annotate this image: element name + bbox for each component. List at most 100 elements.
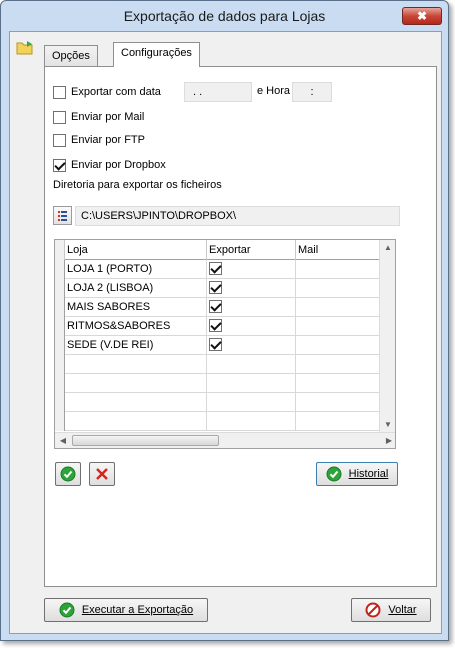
scroll-up-icon[interactable]: ▲ [380,240,395,256]
historial-button[interactable]: Historial [316,462,398,486]
cell-mail[interactable] [296,336,381,355]
stop-icon [365,602,381,618]
export-with-date-option[interactable]: Exportar com data [53,84,161,100]
export-with-date-label: Exportar com data [71,86,161,98]
empty-row[interactable] [55,374,395,393]
row-indicator[interactable] [55,317,65,336]
scroll-down-icon[interactable]: ▼ [380,417,395,433]
cancel-button[interactable] [89,462,115,486]
exportar-checkbox[interactable] [209,338,222,351]
empty-cell[interactable] [65,355,207,374]
close-button[interactable]: ✖ [402,7,442,25]
send-dropbox-option[interactable]: Enviar por Dropbox [53,157,166,173]
vertical-scrollbar[interactable]: ▲ ▼ [379,240,395,433]
cell-exportar[interactable] [207,298,296,317]
table-row[interactable]: LOJA 1 (PORTO) [55,260,395,279]
cell-exportar[interactable] [207,336,296,355]
row-indicator[interactable] [55,355,65,374]
exportar-checkbox[interactable] [209,281,222,294]
exportar-checkbox[interactable] [209,300,222,313]
date-input-value: . . [193,86,203,98]
folder-export-icon [16,40,34,59]
empty-cell[interactable] [207,374,296,393]
row-indicator[interactable] [55,393,65,412]
tab-opcoes[interactable]: Opções [44,45,98,66]
back-button[interactable]: Voltar [351,598,431,622]
execute-export-button[interactable]: Executar a Exportação [44,598,208,622]
exportar-checkbox[interactable] [209,262,222,275]
table-row[interactable]: MAIS SABORES [55,298,395,317]
export-window: Exportação de dados para Lojas ✖ Opções … [0,0,449,641]
date-input[interactable]: . . [184,82,252,102]
grid-body: LOJA 1 (PORTO) LOJA 2 (LISBOA) MAIS SABORE… [55,260,395,431]
cell-loja[interactable]: RITMOS&SABORES [65,317,207,336]
cell-exportar[interactable] [207,279,296,298]
exportar-checkbox[interactable] [209,319,222,332]
column-header-loja[interactable]: Loja [65,240,207,260]
empty-cell[interactable] [296,374,381,393]
column-header-loja-label: Loja [67,244,88,256]
empty-cell[interactable] [65,393,207,412]
empty-cell[interactable] [65,374,207,393]
cell-exportar[interactable] [207,317,296,336]
cell-loja[interactable]: MAIS SABORES [65,298,207,317]
send-mail-checkbox[interactable] [53,110,66,124]
cell-mail[interactable] [296,317,381,336]
cell-loja-text: LOJA 2 (LISBOA) [67,282,154,294]
send-ftp-option[interactable]: Enviar por FTP [53,132,145,148]
empty-cell[interactable] [296,355,381,374]
execute-export-label: Executar a Exportação [81,604,194,616]
table-row[interactable]: LOJA 2 (LISBOA) [55,279,395,298]
send-ftp-checkbox[interactable] [53,133,66,147]
empty-cell[interactable] [207,355,296,374]
directory-label: Diretoria para exportar os ficheiros [53,179,222,191]
send-mail-option[interactable]: Enviar por Mail [53,109,144,125]
cell-loja[interactable]: SEDE (V.DE REI) [65,336,207,355]
cell-mail[interactable] [296,279,381,298]
empty-cell[interactable] [65,412,207,431]
cell-mail[interactable] [296,298,381,317]
stores-grid: Loja Exportar Mail LOJA 1 (PORTO) LOJA 2 … [54,239,396,449]
empty-cell[interactable] [207,393,296,412]
cell-exportar[interactable] [207,260,296,279]
horizontal-scroll-thumb[interactable] [72,435,219,446]
row-indicator[interactable] [55,336,65,355]
row-indicator[interactable] [55,260,65,279]
empty-row[interactable] [55,412,395,431]
send-ftp-label: Enviar por FTP [71,134,145,146]
row-indicator[interactable] [55,279,65,298]
green-check-icon [59,602,75,618]
empty-row[interactable] [55,393,395,412]
empty-cell[interactable] [296,393,381,412]
directory-browse-button[interactable] [53,206,72,225]
green-check-icon [60,466,76,482]
tab-configuracoes[interactable]: Configurações [113,42,200,67]
cell-loja[interactable]: LOJA 1 (PORTO) [65,260,207,279]
column-header-mail-label: Mail [298,244,319,256]
hour-input[interactable]: : [292,82,332,102]
table-row[interactable]: SEDE (V.DE REI) [55,336,395,355]
scroll-left-icon[interactable]: ◀ [55,433,71,448]
export-with-date-checkbox[interactable] [53,85,66,99]
scroll-right-icon[interactable]: ▶ [381,433,395,448]
table-row[interactable]: RITMOS&SABORES [55,317,395,336]
column-header-mail[interactable]: Mail [296,240,381,260]
empty-row[interactable] [55,355,395,374]
row-indicator[interactable] [55,374,65,393]
cell-mail[interactable] [296,260,381,279]
directory-input[interactable]: C:\USERS\JPINTO\DROPBOX\ [75,206,400,226]
cell-loja[interactable]: LOJA 2 (LISBOA) [65,279,207,298]
send-dropbox-label: Enviar por Dropbox [71,159,166,171]
confirm-button[interactable] [55,462,81,486]
send-mail-label: Enviar por Mail [71,111,145,123]
grid-header: Loja Exportar Mail [55,240,395,260]
empty-cell[interactable] [207,412,296,431]
row-indicator[interactable] [55,298,65,317]
empty-cell[interactable] [296,412,381,431]
row-indicator[interactable] [55,412,65,431]
horizontal-scrollbar[interactable]: ◀ ▶ [55,432,395,448]
red-x-icon [96,468,108,480]
send-dropbox-checkbox[interactable] [53,158,66,172]
title-bar: Exportação de dados para Lojas [1,1,448,31]
column-header-exportar[interactable]: Exportar [207,240,296,260]
